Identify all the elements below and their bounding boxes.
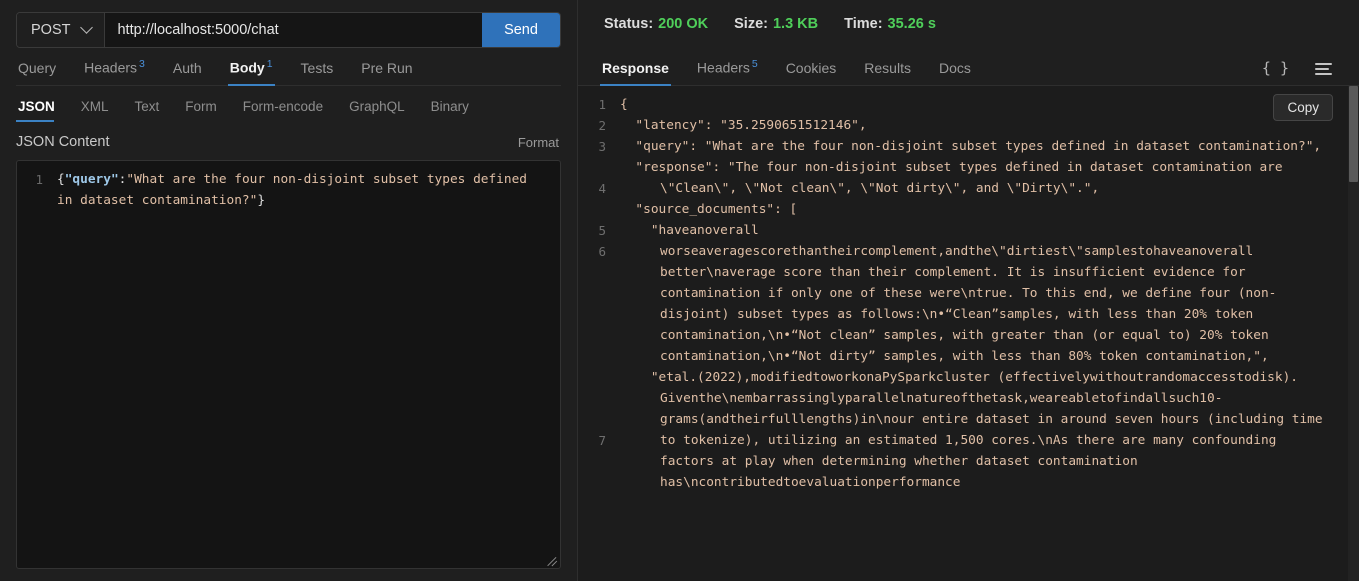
- response-line: "etal.(2022),modifiedtoworkonaPySparkclu…: [620, 370, 1331, 490]
- response-tabs: Response Headers 5 Cookies Results Docs {…: [578, 48, 1359, 86]
- tab-response-headers[interactable]: Headers 5: [683, 58, 772, 85]
- response-line: "source_documents": [: [620, 202, 798, 217]
- status-badge: Status: 200 OK: [604, 16, 708, 32]
- response-line-numbers: 1 2 3 4 5 6 7: [578, 94, 614, 581]
- copy-button[interactable]: Copy: [1273, 94, 1333, 121]
- tab-query[interactable]: Query: [16, 60, 70, 85]
- tab-body[interactable]: Body 1: [216, 58, 287, 86]
- time-value: 35.26 s: [887, 16, 936, 32]
- tab-response[interactable]: Response: [600, 60, 683, 86]
- line-number: 2: [598, 118, 606, 133]
- size-value: 1.3 KB: [772, 16, 819, 32]
- tab-response-headers-badge: 5: [751, 58, 758, 71]
- body-type-binary[interactable]: Binary: [418, 99, 482, 122]
- tab-query-label: Query: [18, 60, 57, 76]
- line-number: 4: [598, 181, 606, 196]
- response-code[interactable]: { "latency": "35.2590651512146", "query"…: [614, 94, 1359, 581]
- menu-icon[interactable]: [1302, 59, 1345, 85]
- tab-results-label: Results: [864, 60, 911, 76]
- api-client-window: POST Send Query Headers3 Auth Body1 Test…: [0, 0, 1359, 581]
- tab-cookies[interactable]: Cookies: [772, 60, 851, 85]
- editor-resize-handle[interactable]: [544, 552, 558, 566]
- tab-docs[interactable]: Docs: [925, 60, 985, 85]
- response-line: {: [620, 97, 628, 112]
- response-scrollbar[interactable]: [1348, 86, 1359, 581]
- response-line: "latency": "35.2590651512146",: [620, 118, 867, 133]
- tab-tests[interactable]: Tests: [287, 60, 348, 85]
- response-scroll-area[interactable]: 1 2 3 4 5 6 7 { "latency": "35.259065151…: [578, 86, 1359, 581]
- hamburger-icon: [1315, 63, 1332, 75]
- json-content-header: JSON Content Format: [16, 134, 559, 150]
- json-body-editor[interactable]: 1 {"query":"What are the four non-disjoi…: [16, 160, 561, 569]
- url-input[interactable]: [105, 13, 482, 47]
- response-body: Copy 1 2 3 4 5 6 7 { "latency": "35.2590…: [578, 86, 1359, 581]
- body-type-tabs: JSON XML Text Form Form-encode GraphQL B…: [16, 86, 561, 122]
- editor-value: "What are the four non-disjoint subset t…: [57, 172, 535, 208]
- response-line: "query": "What are the four non-disjoint…: [620, 139, 1322, 154]
- tab-pre-run[interactable]: Pre Run: [347, 60, 426, 85]
- tab-auth[interactable]: Auth: [159, 60, 216, 85]
- tab-headers[interactable]: Headers 3: [70, 58, 159, 85]
- editor-key: "query": [64, 172, 119, 187]
- tab-body-badge: 1: [266, 58, 273, 71]
- url-bar: POST Send: [16, 12, 561, 48]
- tab-auth-label: Auth: [172, 60, 202, 76]
- braces-format-icon[interactable]: { }: [1249, 59, 1302, 85]
- tab-cookies-label: Cookies: [785, 60, 837, 76]
- response-line: "response": "The four non-disjoint subse…: [620, 160, 1291, 196]
- response-scrollbar-thumb[interactable]: [1349, 86, 1358, 182]
- tab-body-label: Body: [229, 60, 265, 76]
- tab-pre-run-label: Pre Run: [361, 60, 413, 76]
- json-content-title: JSON Content: [16, 134, 110, 150]
- tab-response-label: Response: [602, 60, 669, 76]
- http-method-select[interactable]: POST: [17, 13, 106, 47]
- editor-close-brace: }: [257, 193, 266, 208]
- body-type-text[interactable]: Text: [122, 99, 173, 122]
- time-badge: Time: 35.26 s: [844, 16, 936, 32]
- request-tabs: Query Headers 3 Auth Body 1 Tests Pre Run: [16, 48, 561, 86]
- chevron-down-icon: [82, 23, 92, 33]
- editor-code[interactable]: {"query":"What are the four non-disjoint…: [49, 169, 560, 211]
- size-badge: Size: 1.3 KB: [734, 16, 818, 32]
- response-status-bar: Status: 200 OK Size: 1.3 KB Time: 35.26 s: [578, 0, 1359, 48]
- body-type-xml[interactable]: XML: [68, 99, 122, 122]
- send-button[interactable]: Send: [482, 13, 560, 47]
- format-button[interactable]: Format: [518, 135, 559, 150]
- tab-response-headers-label: Headers: [696, 60, 750, 76]
- status-label: Status:: [604, 16, 654, 32]
- editor-open-brace: {: [57, 172, 65, 187]
- editor-row: 1 {"query":"What are the four non-disjoi…: [17, 161, 560, 211]
- line-number: 5: [598, 223, 606, 238]
- size-label: Size:: [734, 16, 768, 32]
- request-panel: POST Send Query Headers3 Auth Body1 Test…: [0, 0, 578, 581]
- body-type-form[interactable]: Form: [172, 99, 230, 122]
- body-type-json[interactable]: JSON: [16, 99, 68, 122]
- http-method-label: POST: [31, 22, 71, 38]
- response-panel: Status: 200 OK Size: 1.3 KB Time: 35.26 s R…: [578, 0, 1359, 581]
- tab-headers-label: Headers: [84, 60, 138, 76]
- tab-headers-badge: 3: [139, 58, 145, 71]
- body-type-form-encode[interactable]: Form-encode: [230, 99, 336, 122]
- line-number: 6: [598, 244, 606, 259]
- tab-docs-label: Docs: [938, 60, 971, 76]
- body-type-graphql[interactable]: GraphQL: [336, 99, 418, 122]
- line-number: 3: [598, 139, 606, 154]
- tab-tests-label: Tests: [300, 60, 334, 76]
- editor-line-numbers: 1: [35, 172, 43, 187]
- line-number: 1: [598, 97, 606, 112]
- time-label: Time:: [844, 16, 883, 32]
- status-value: 200 OK: [658, 16, 709, 32]
- tab-results[interactable]: Results: [850, 60, 925, 85]
- response-line: "haveanoverall worseaveragescorethanthei…: [620, 223, 1277, 364]
- line-number: 7: [598, 433, 606, 448]
